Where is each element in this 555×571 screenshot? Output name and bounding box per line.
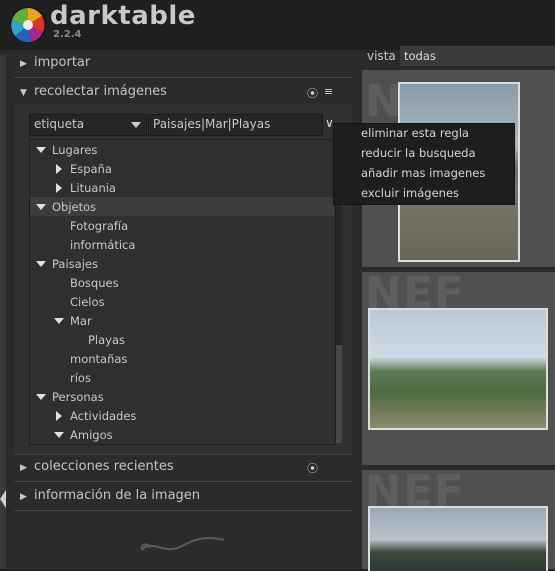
reset-icon[interactable]: ⦿ <box>307 460 318 476</box>
tree-row-label: Lituania <box>70 181 116 195</box>
darktable-logo-icon <box>10 7 46 43</box>
view-filter-label: vista <box>367 49 396 63</box>
app-version: 2.2.4 <box>53 29 82 40</box>
thumbnail-image[interactable] <box>368 308 548 430</box>
tree-row-label: Cielos <box>70 295 105 309</box>
collect-property-combobox[interactable]: etiqueta <box>29 114 147 136</box>
expand-down-icon: ▼ <box>20 88 27 98</box>
thumbnail-image[interactable] <box>368 506 548 571</box>
menu-item-reducir-busqueda[interactable]: reducir la busqueda <box>361 146 476 160</box>
rule-value: Paisajes|Mar|Playas <box>153 117 271 131</box>
tree-row[interactable]: Lugares <box>30 140 334 159</box>
thumbnail-cell[interactable]: NEF <box>362 272 555 465</box>
tree-row[interactable]: Cielos <box>30 292 334 311</box>
tree-row-label: informática <box>70 238 136 252</box>
tree-row[interactable]: Objetos <box>30 197 334 216</box>
collapse-panel-arrow-icon[interactable] <box>0 490 6 508</box>
tree-row-label: Personas <box>52 390 104 404</box>
tree-row[interactable]: Bosques <box>30 273 334 292</box>
expander-down-icon[interactable] <box>54 432 64 438</box>
module-label: colecciones recientes <box>34 459 174 474</box>
presets-menu-icon[interactable]: ≡ <box>324 85 333 98</box>
tag-tree-view[interactable]: Lugares España Lituania Objetos Fotografía in… <box>29 139 336 445</box>
expander-down-icon[interactable] <box>36 394 46 400</box>
panel-end-flourish-icon <box>140 537 225 551</box>
divider <box>14 510 352 511</box>
module-header-importar[interactable]: ▶ importar <box>14 52 352 76</box>
tree-row[interactable]: Fotografía <box>30 216 334 235</box>
reset-icon[interactable]: ⦿ <box>307 85 318 101</box>
tree-row-label: Bosques <box>70 276 119 290</box>
tree-row[interactable]: Personas <box>30 387 334 406</box>
divider <box>14 454 352 455</box>
menu-item-anadir-imagenes[interactable]: añadir mas imagenes <box>361 166 485 180</box>
tree-row[interactable]: informática <box>30 235 334 254</box>
module-header-recolectar[interactable]: ▼ recolectar imágenes ⦿ ≡ <box>14 81 352 105</box>
view-filter-value: todas <box>404 49 436 63</box>
tree-row-label: ríos <box>70 371 91 385</box>
divider <box>14 77 352 78</box>
expander-down-icon[interactable] <box>36 204 46 210</box>
rule-context-menu: eliminar esta regla reducir la busqueda … <box>333 123 515 205</box>
tree-row-label: Objetos <box>52 200 97 214</box>
tree-row[interactable]: ríos <box>30 368 334 387</box>
expander-right-icon[interactable] <box>56 183 62 193</box>
tree-row-label: Mar <box>70 314 92 328</box>
module-label: recolectar imágenes <box>34 84 167 99</box>
module-header-colecciones-recientes[interactable]: ▶ colecciones recientes ⦿ <box>14 456 352 480</box>
thumbnail-cell[interactable]: NEF <box>362 470 555 571</box>
module-label: información de la imagen <box>34 488 201 503</box>
tree-row[interactable]: Amigos <box>30 425 334 444</box>
divider <box>14 481 352 482</box>
tree-row-label: Amigos <box>70 428 113 442</box>
tree-row[interactable]: Actividades <box>30 406 334 425</box>
tree-row[interactable]: montañas <box>30 349 334 368</box>
tree-row-label: Fotografía <box>70 219 129 233</box>
expander-down-icon[interactable] <box>36 261 46 267</box>
tree-row[interactable]: España <box>30 159 334 178</box>
menu-item-excluir-imagenes[interactable]: excluir imágenes <box>361 186 459 200</box>
tree-row[interactable]: Paisajes <box>30 254 334 273</box>
property-value: etiqueta <box>34 117 85 131</box>
tree-row-label: Lugares <box>52 143 98 157</box>
tree-row-label: España <box>70 162 112 176</box>
chevron-down-icon <box>131 122 141 128</box>
tree-row-label: Paisajes <box>52 257 98 271</box>
tree-scrollbar-thumb[interactable] <box>336 345 342 443</box>
expand-right-icon: ▶ <box>20 59 27 69</box>
menu-item-eliminar-regla[interactable]: eliminar esta regla <box>361 126 469 140</box>
expand-right-icon: ▶ <box>20 463 27 473</box>
expander-down-icon[interactable] <box>36 147 46 153</box>
tree-row-label: montañas <box>70 352 128 366</box>
module-header-informacion-imagen[interactable]: ▶ información de la imagen <box>14 485 352 509</box>
tree-row-label: Playas <box>88 333 126 347</box>
expander-down-icon[interactable] <box>54 318 64 324</box>
tree-row-label: Actividades <box>70 409 137 423</box>
tree-row[interactable]: Mar <box>30 311 334 330</box>
expander-right-icon[interactable] <box>56 164 62 174</box>
module-label: importar <box>34 55 91 70</box>
collect-rule-input[interactable]: Paisajes|Mar|Playas <box>148 114 323 136</box>
app-name: darktable <box>50 1 196 31</box>
view-filter-combobox[interactable]: todas <box>400 46 555 66</box>
tree-row[interactable]: Lituania <box>30 178 334 197</box>
expand-right-icon: ▶ <box>20 492 27 502</box>
expander-right-icon[interactable] <box>56 411 62 421</box>
tree-row[interactable]: Playas <box>30 330 334 349</box>
